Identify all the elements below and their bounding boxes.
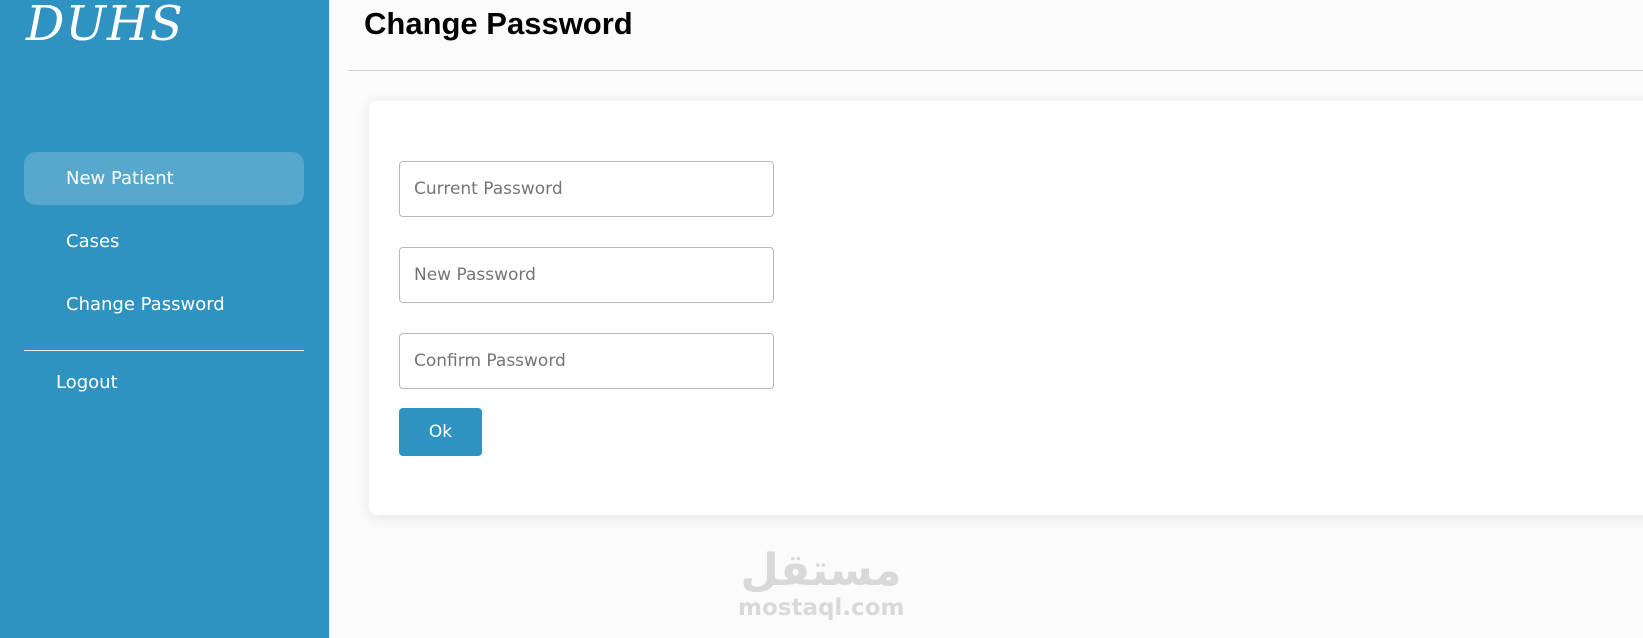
change-password-card: Ok xyxy=(369,101,1643,515)
ok-button[interactable]: Ok xyxy=(399,408,482,456)
sidebar-item-new-patient[interactable]: New Patient xyxy=(24,152,304,205)
header-divider xyxy=(349,70,1643,71)
sidebar-item-cases[interactable]: Cases xyxy=(24,215,304,268)
sidebar-item-label: Change Password xyxy=(66,294,225,315)
watermark-latin: mostaql.com xyxy=(738,595,905,621)
sidebar: DUHS New Patient Cases Change Password L… xyxy=(0,0,329,638)
logout-link[interactable]: Logout xyxy=(56,372,118,393)
sidebar-divider xyxy=(24,350,304,351)
new-password-input[interactable] xyxy=(399,247,774,303)
page-title: Change Password xyxy=(364,6,633,41)
confirm-password-input[interactable] xyxy=(399,333,774,389)
brand-logo[interactable]: DUHS xyxy=(26,0,184,52)
watermark-arabic: مستقل xyxy=(740,545,902,596)
sidebar-item-label: Cases xyxy=(66,231,120,252)
current-password-input[interactable] xyxy=(399,161,774,217)
watermark: مستقل mostaql.com xyxy=(738,545,905,621)
sidebar-item-change-password[interactable]: Change Password xyxy=(24,278,304,331)
sidebar-item-label: New Patient xyxy=(66,168,174,189)
